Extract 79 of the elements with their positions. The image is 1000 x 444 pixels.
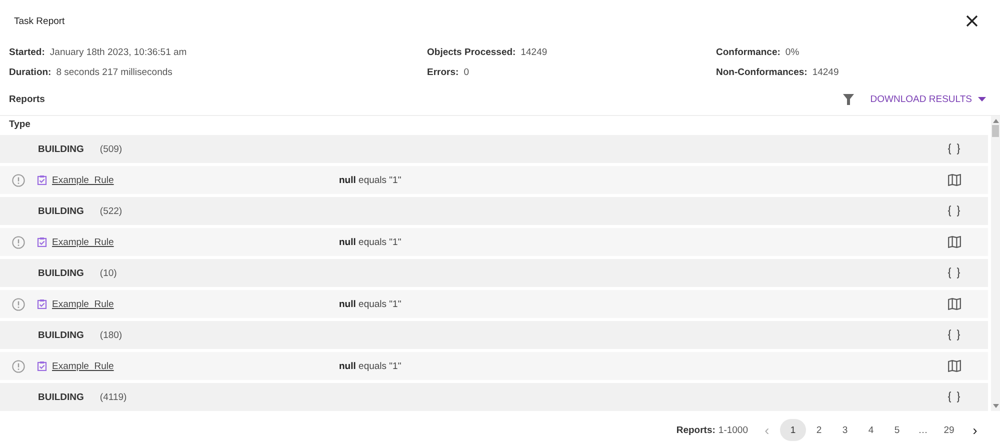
- clipboard-check-icon: [37, 237, 47, 247]
- rule-link[interactable]: Example_Rule: [52, 174, 339, 186]
- close-icon: [966, 15, 978, 27]
- scroll-up-icon: [992, 119, 998, 123]
- page-button[interactable]: 3: [832, 419, 858, 441]
- rule-row[interactable]: Example_Rule null equals "1": [0, 352, 988, 380]
- page-button[interactable]: 5: [884, 419, 910, 441]
- count-label: (10): [100, 268, 117, 278]
- braces-icon: [947, 143, 961, 155]
- map-icon: [948, 174, 961, 186]
- download-button[interactable]: DOWNLOAD RESULTS: [870, 94, 986, 104]
- page-button[interactable]: …: [910, 419, 936, 441]
- field-value: 8 seconds 217 milliseconds: [56, 67, 172, 78]
- condition-text: null equals "1": [339, 174, 402, 186]
- braces-icon: [947, 267, 961, 279]
- condition-text: null equals "1": [339, 360, 402, 372]
- group-row[interactable]: BUILDING (180): [0, 321, 988, 349]
- field-value: 14249: [520, 47, 548, 58]
- next-page-button[interactable]: ›: [962, 419, 988, 441]
- page-button[interactable]: 29: [936, 419, 962, 441]
- field-value: 14249: [812, 67, 839, 78]
- rule-row[interactable]: Example_Rule null equals "1": [0, 166, 988, 194]
- close-button[interactable]: [964, 13, 980, 29]
- rule-row[interactable]: Example_Rule null equals "1": [0, 290, 988, 318]
- count-label: (509): [100, 144, 122, 154]
- field-value: 0: [464, 67, 469, 78]
- type-label: BUILDING: [38, 206, 84, 216]
- window-title: Task Report: [14, 16, 65, 26]
- type-label: BUILDING: [38, 330, 84, 340]
- rule-link[interactable]: Example_Rule: [52, 298, 339, 310]
- column-header: Type: [9, 118, 30, 130]
- pagination-label: Reports:: [676, 424, 716, 436]
- scroll-down-icon: [992, 404, 998, 408]
- type-label: BUILDING: [38, 268, 84, 278]
- count-label: (522): [100, 206, 122, 216]
- pagination-range: 1-1000: [718, 424, 748, 436]
- section-heading: Reports: [9, 94, 46, 104]
- warning-icon: [12, 360, 25, 372]
- warning-icon: [12, 236, 25, 248]
- field-label: Non-Conformances:: [716, 67, 808, 78]
- page-button[interactable]: 1: [780, 419, 806, 441]
- clipboard-check-icon: [37, 299, 47, 309]
- warning-icon: [12, 298, 25, 310]
- braces-icon: [947, 205, 961, 217]
- field-label: Started:: [9, 47, 45, 58]
- filter-button[interactable]: [843, 94, 854, 104]
- field-label: Conformance:: [716, 47, 780, 58]
- caret-icon: [978, 96, 986, 102]
- condition-text: null equals "1": [339, 236, 402, 248]
- condition-text: null equals "1": [339, 298, 402, 310]
- braces-icon: [947, 391, 961, 403]
- clipboard-check-icon: [37, 175, 47, 185]
- page-button[interactable]: 2: [806, 419, 832, 441]
- group-row[interactable]: BUILDING (4119): [0, 383, 988, 411]
- rule-link[interactable]: Example_Rule: [52, 360, 339, 372]
- type-label: BUILDING: [38, 392, 84, 402]
- scrollbar[interactable]: [991, 116, 1000, 411]
- group-row[interactable]: BUILDING (10): [0, 259, 988, 287]
- map-icon: [948, 360, 961, 372]
- group-row[interactable]: BUILDING (522): [0, 197, 988, 225]
- field-value: 0%: [785, 47, 800, 58]
- group-row[interactable]: BUILDING (509): [0, 135, 988, 163]
- filter-icon: [843, 94, 854, 104]
- type-label: BUILDING: [38, 144, 84, 154]
- field-label: Duration:: [9, 67, 52, 78]
- rule-row[interactable]: Example_Rule null equals "1": [0, 228, 988, 256]
- braces-icon: [947, 329, 961, 341]
- warning-icon: [12, 174, 25, 186]
- count-label: (4119): [100, 392, 127, 402]
- field-label: Objects Processed:: [427, 47, 516, 58]
- count-label: (180): [100, 330, 122, 340]
- clipboard-check-icon: [37, 361, 47, 371]
- rule-link[interactable]: Example_Rule: [52, 236, 339, 248]
- page-button[interactable]: 4: [858, 419, 884, 441]
- map-icon: [948, 298, 961, 310]
- scroll-thumb[interactable]: [992, 125, 999, 137]
- map-icon: [948, 236, 961, 248]
- field-label: Errors:: [427, 67, 459, 78]
- field-value: January 18th 2023, 10:36:51 am: [50, 47, 187, 58]
